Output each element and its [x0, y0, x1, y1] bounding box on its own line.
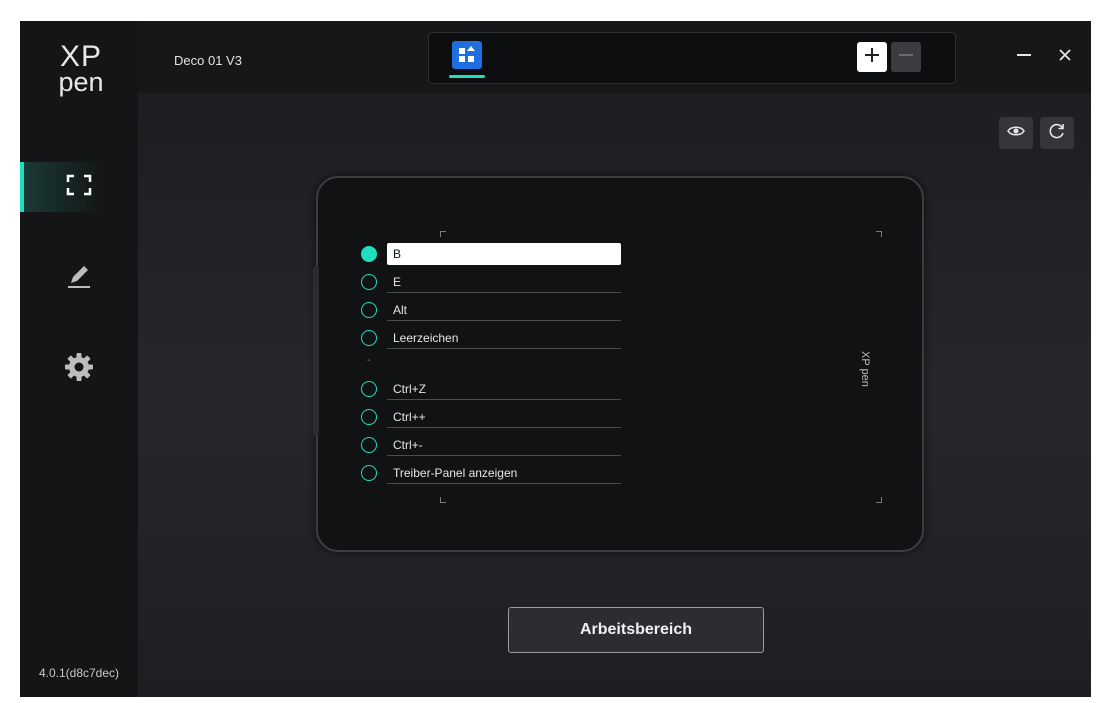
tablet-side-notch [313, 266, 319, 436]
key-radio [361, 246, 377, 262]
minus-icon [898, 47, 914, 68]
shortcut-key-5[interactable]: Ctrl+Z [361, 378, 623, 400]
active-area-corner [440, 231, 446, 237]
title-bar: Deco 01 V3 [138, 21, 1091, 93]
key-radio [361, 437, 377, 453]
key-label: Alt [387, 299, 621, 321]
main-content: B E Alt Leerzeichen - Ctrl+Z Ctrl++ Ctrl… [138, 93, 1091, 697]
xppen-logo: XP pen [50, 42, 112, 98]
sidebar-item-settings[interactable] [20, 344, 138, 394]
refresh-button[interactable] [1040, 117, 1074, 149]
remove-app-button[interactable] [891, 42, 921, 72]
logo-bottom-text: pen [58, 67, 104, 97]
key-label: B [387, 243, 621, 265]
shortcut-key-6[interactable]: Ctrl++ [361, 406, 623, 428]
key-radio [361, 381, 377, 397]
active-area-corner [876, 497, 882, 503]
work-area-button[interactable]: Arbeitsbereich [508, 607, 764, 653]
key-label: Ctrl++ [387, 406, 621, 428]
active-tab-underline [449, 75, 485, 78]
key-group-separator: - [367, 355, 371, 366]
driver-window: XP pen 4.0.1(d8c7dec) Deco 01 V3 B E Alt… [20, 21, 1091, 697]
shortcut-key-2[interactable]: E [361, 271, 623, 293]
app-tab-bar [428, 32, 956, 84]
sidebar: XP pen 4.0.1(d8c7dec) [20, 21, 138, 697]
key-label: Ctrl+- [387, 434, 621, 456]
key-radio [361, 302, 377, 318]
close-button[interactable] [1051, 43, 1079, 71]
key-label: Ctrl+Z [387, 378, 621, 400]
key-label: Treiber-Panel anzeigen [387, 462, 621, 484]
shortcut-key-3[interactable]: Alt [361, 299, 623, 321]
eye-icon [1007, 124, 1025, 143]
minimize-button[interactable] [1010, 43, 1038, 71]
sidebar-item-pen[interactable] [20, 253, 138, 303]
key-radio [361, 330, 377, 346]
all-apps-grid-icon [452, 41, 482, 69]
sidebar-item-work-area[interactable] [20, 162, 138, 212]
tab-all-apps[interactable] [449, 39, 485, 78]
tablet-preview: B E Alt Leerzeichen - Ctrl+Z Ctrl++ Ctrl… [313, 176, 924, 552]
shortcut-key-1[interactable]: B [361, 243, 623, 265]
minimize-icon [1016, 47, 1032, 68]
key-label: Leerzeichen [387, 327, 621, 349]
key-radio [361, 409, 377, 425]
add-app-button[interactable] [857, 42, 887, 72]
active-indicator [20, 162, 24, 212]
active-area-corner [876, 231, 882, 237]
key-radio [361, 274, 377, 290]
device-name: Deco 01 V3 [174, 53, 242, 68]
gear-icon [63, 351, 95, 388]
key-label: E [387, 271, 621, 293]
refresh-icon [1048, 122, 1066, 145]
key-radio [361, 465, 377, 481]
shortcut-key-4[interactable]: Leerzeichen [361, 327, 623, 349]
pen-icon [65, 262, 93, 295]
version-label: 4.0.1(d8c7dec) [38, 666, 120, 680]
fullscreen-frame-icon [66, 174, 92, 201]
shortcut-key-8[interactable]: Treiber-Panel anzeigen [361, 462, 623, 484]
preview-button[interactable] [999, 117, 1033, 149]
shortcut-key-7[interactable]: Ctrl+- [361, 434, 623, 456]
plus-icon [864, 47, 880, 68]
close-icon [1058, 48, 1072, 67]
tablet-logo: XP pen [859, 351, 871, 387]
active-area-corner [440, 497, 446, 503]
